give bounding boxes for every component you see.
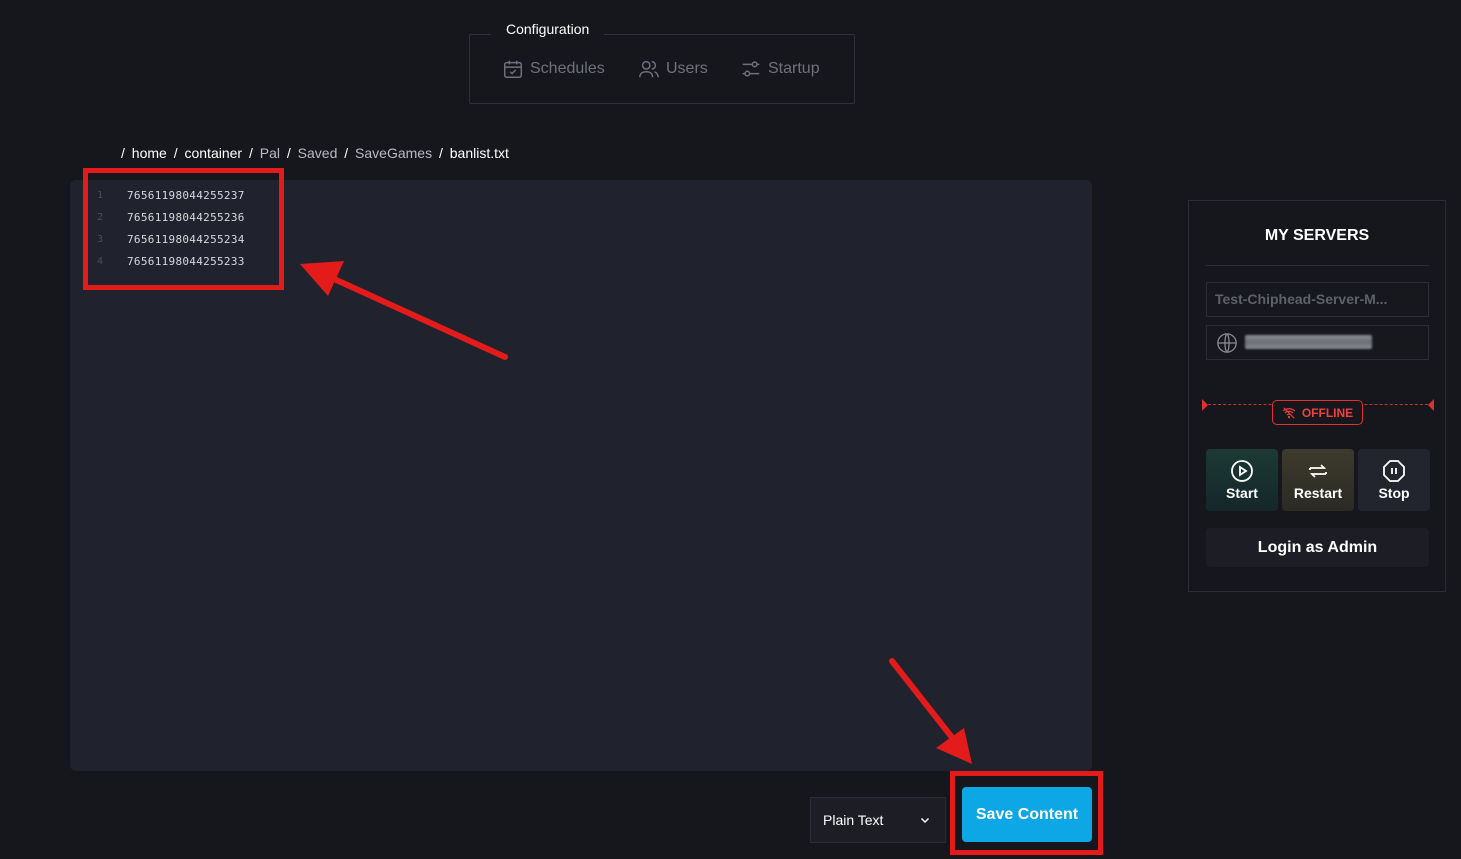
nav-item-label: Startup (768, 60, 820, 77)
breadcrumb-separator: / (173, 145, 178, 161)
line-text: 76561198044255234 (127, 232, 245, 246)
breadcrumb-item-savegames[interactable]: SaveGames (355, 145, 432, 161)
configuration-legend: Configuration (491, 14, 605, 46)
wifi-off-icon (1282, 406, 1296, 419)
chevron-down-icon (920, 817, 930, 824)
login-as-admin-button[interactable]: Login as Admin (1206, 528, 1429, 567)
breadcrumb-item-current-file: banlist.txt (449, 145, 509, 161)
code-line: 1 76561198044255237 (70, 184, 1092, 206)
line-number: 1 (97, 189, 104, 201)
nav-item-schedules[interactable]: Schedules (502, 56, 605, 82)
nav-item-users[interactable]: Users (638, 56, 708, 82)
sliders-icon (742, 61, 760, 77)
code-line: 3 76561198044255234 (70, 228, 1092, 250)
code-editor[interactable]: 1 76561198044255237 2 76561198044255236 … (70, 180, 1092, 771)
status-text: OFFLINE (1301, 405, 1354, 420)
calendar-check-icon (504, 60, 522, 78)
restart-label: Restart (1293, 485, 1343, 501)
breadcrumb-separator: / (121, 145, 125, 161)
nav-item-label: Schedules (530, 60, 605, 77)
breadcrumb-item-container[interactable]: container (184, 145, 242, 161)
line-number: 2 (97, 211, 104, 223)
breadcrumb-separator: / (344, 145, 349, 161)
file-editor-page: Configuration Schedules Users Startup / … (0, 0, 1461, 859)
globe-icon (1217, 333, 1237, 353)
line-text: 76561198044255236 (127, 210, 245, 224)
language-select[interactable]: Plain Text (810, 797, 946, 843)
start-label: Start (1226, 485, 1258, 501)
server-name-field[interactable]: Test-Chiphead-Server-M... (1206, 282, 1429, 317)
restart-button[interactable]: Restart (1282, 449, 1354, 511)
stop-label: Stop (1378, 485, 1410, 501)
save-content-button[interactable]: Save Content (962, 787, 1092, 842)
stop-button[interactable]: Stop (1358, 449, 1430, 511)
restart-icon (1309, 464, 1327, 478)
breadcrumb-item-saved[interactable]: Saved (298, 145, 338, 161)
code-line: 2 76561198044255236 (70, 206, 1092, 228)
divider (1206, 265, 1429, 266)
line-number: 4 (97, 255, 104, 267)
breadcrumb-separator: / (248, 145, 253, 161)
breadcrumb-separator: / (286, 145, 291, 161)
status-marker-left (1202, 399, 1208, 411)
line-text: 76561198044255237 (127, 188, 245, 202)
start-button[interactable]: Start (1206, 449, 1278, 511)
breadcrumb-item-home[interactable]: home (132, 145, 167, 161)
line-text: 76561198044255233 (127, 254, 245, 268)
nav-item-startup[interactable]: Startup (740, 56, 820, 82)
code-line: 4 76561198044255233 (70, 250, 1092, 272)
status-badge: OFFLINE (1272, 400, 1363, 425)
server-ip-redacted (1245, 335, 1372, 349)
my-servers-panel: MY SERVERS Test-Chiphead-Server-M... OFF… (1188, 200, 1446, 592)
play-icon (1231, 460, 1253, 482)
breadcrumb: / home / container / Pal / Saved / SaveG… (118, 144, 509, 164)
servers-title: MY SERVERS (1264, 227, 1370, 244)
users-icon (639, 60, 659, 78)
language-select-value: Plain Text (823, 812, 884, 828)
status-marker-right (1428, 399, 1434, 411)
line-number: 3 (97, 233, 104, 245)
breadcrumb-item-pal[interactable]: Pal (260, 145, 280, 161)
nav-item-label: Users (666, 60, 708, 77)
stop-icon (1383, 460, 1405, 482)
breadcrumb-separator: / (438, 145, 443, 161)
server-ip-field[interactable] (1206, 325, 1429, 360)
